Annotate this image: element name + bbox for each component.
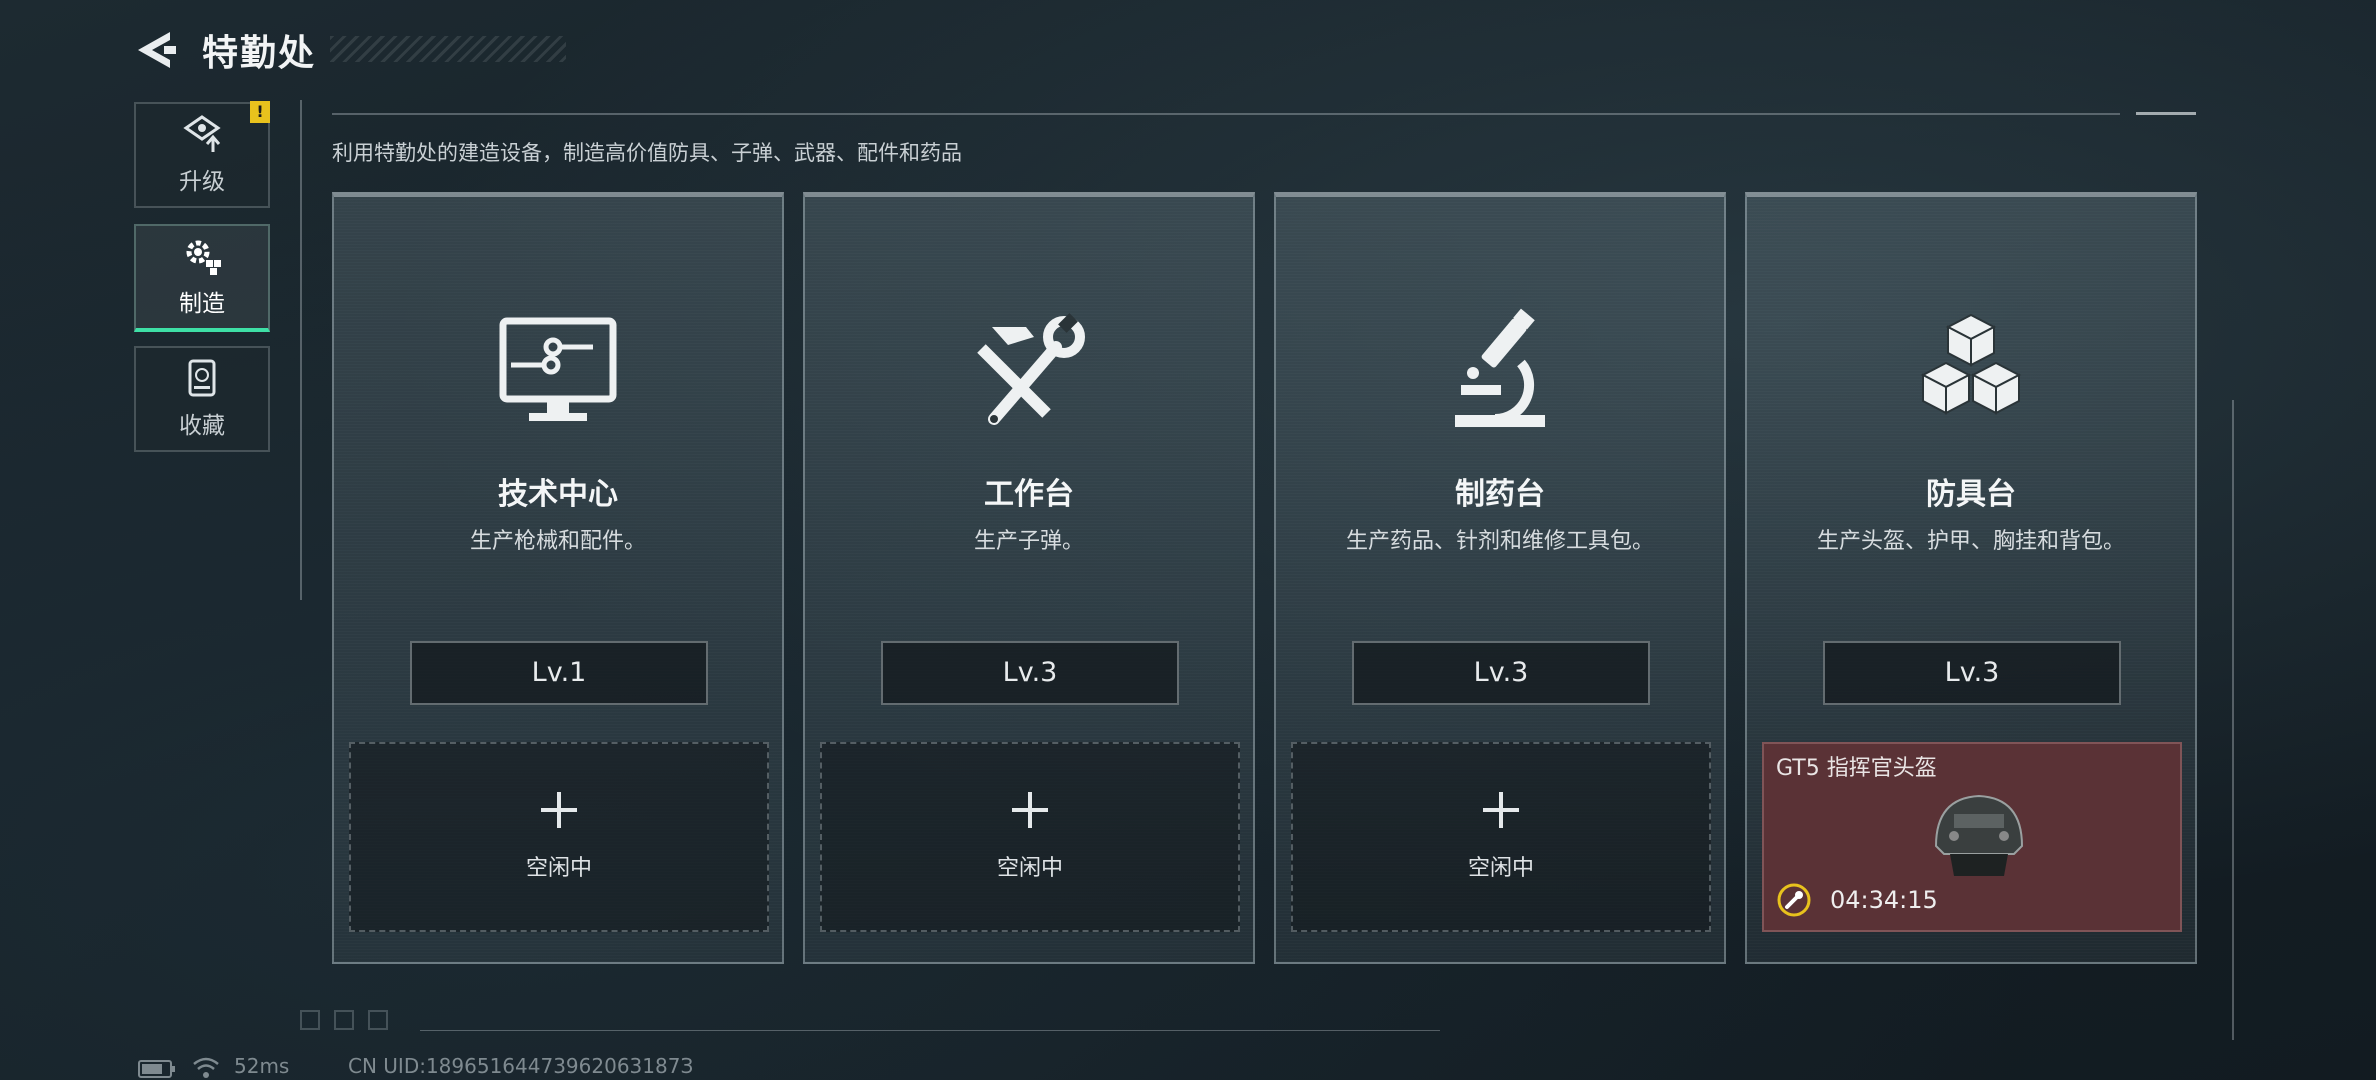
cubes-icon xyxy=(1920,313,2022,415)
station-subtitle: 生产药品、针剂和维修工具包。 xyxy=(1345,529,1654,554)
station-name: 防具台 xyxy=(1926,477,2016,512)
plus-icon xyxy=(541,792,577,828)
plus-icon xyxy=(1012,792,1048,828)
station-name: 技术中心 xyxy=(498,477,618,512)
decor-square xyxy=(368,1010,388,1030)
frame-line xyxy=(300,100,302,600)
battery-icon xyxy=(138,1060,175,1078)
gear-craft-icon xyxy=(186,240,221,275)
station-subtitle: 生产枪械和配件。 xyxy=(469,529,646,554)
status-bar: 52ms CN UID:18965164473962063187З xyxy=(0,1050,2376,1080)
ping-value: 52ms xyxy=(234,1054,290,1078)
plus-icon xyxy=(1483,792,1519,828)
frame-line xyxy=(2136,112,2196,115)
slot-status: 空闲中 xyxy=(1467,856,1534,881)
page-description: 利用特勤处的建造设备，制造高价值防具、子弹、武器、配件和药品 xyxy=(332,141,962,165)
timer-wrench-icon xyxy=(1777,883,1811,917)
nav-label: 升级 xyxy=(179,169,225,195)
back-button[interactable] xyxy=(134,28,180,72)
station-card-workbench[interactable]: 工作台 生产子弹。 Lv.3 空闲中 xyxy=(803,192,1255,964)
production-slot[interactable]: 空闲中 xyxy=(1291,742,1711,932)
microscope-icon xyxy=(1455,308,1545,427)
production-slot[interactable]: 空闲中 xyxy=(820,742,1240,932)
collection-icon xyxy=(188,359,216,397)
station-name: 工作台 xyxy=(984,477,1074,512)
station-name: 制药台 xyxy=(1455,477,1545,512)
frame-line xyxy=(332,113,2120,115)
nav-label: 收藏 xyxy=(179,413,225,439)
hammer-wrench-icon xyxy=(977,313,1085,425)
station-level-button[interactable]: Lv.3 xyxy=(1823,641,2121,705)
station-card-tech-center[interactable]: 技术中心 生产枪械和配件。 Lv.1 空闲中 xyxy=(332,192,784,964)
station-subtitle: 生产头盔、护甲、胸挂和背包。 xyxy=(1816,529,2125,554)
upgrade-icon xyxy=(183,115,221,152)
decor-square xyxy=(300,1010,320,1030)
alert-badge: ! xyxy=(250,101,270,123)
slot-status: 空闲中 xyxy=(525,856,592,881)
nav-label: 制造 xyxy=(179,291,225,317)
station-subtitle: 生产子弹。 xyxy=(973,529,1084,554)
station-card-armor[interactable]: 防具台 生产头盔、护甲、胸挂和背包。 Lv.3 GT5 指挥官头盔 04:34:… xyxy=(1745,192,2197,964)
frame-line xyxy=(2232,400,2234,1040)
station-level-button[interactable]: Lv.3 xyxy=(1352,641,1650,705)
station-level-button[interactable]: Lv.1 xyxy=(410,641,708,705)
helmet-image xyxy=(1934,794,2024,876)
page-title: 特勤处 xyxy=(202,33,317,74)
production-job[interactable]: GT5 指挥官头盔 04:34:15 xyxy=(1762,742,2182,932)
frame-line xyxy=(420,1030,1440,1031)
job-item-name: GT5 指挥官头盔 xyxy=(1776,756,1937,781)
station-level-button[interactable]: Lv.3 xyxy=(881,641,1179,705)
uid-text: CN UID:18965164473962063187З xyxy=(348,1054,694,1078)
job-timer: 04:34:15 xyxy=(1830,886,1938,914)
back-arrow-icon xyxy=(138,32,176,68)
production-slot[interactable]: 空闲中 xyxy=(349,742,769,932)
title-decoration xyxy=(330,36,566,62)
decor-square xyxy=(334,1010,354,1030)
nav-item-craft[interactable]: 制造 xyxy=(134,224,270,332)
station-card-pharmacy[interactable]: 制药台 生产药品、针剂和维修工具包。 Lv.3 空闲中 xyxy=(1274,192,1726,964)
computer-icon xyxy=(499,317,617,421)
nav-item-collection[interactable]: 收藏 xyxy=(134,346,270,452)
wifi-icon xyxy=(193,1057,219,1078)
slot-status: 空闲中 xyxy=(996,856,1063,881)
